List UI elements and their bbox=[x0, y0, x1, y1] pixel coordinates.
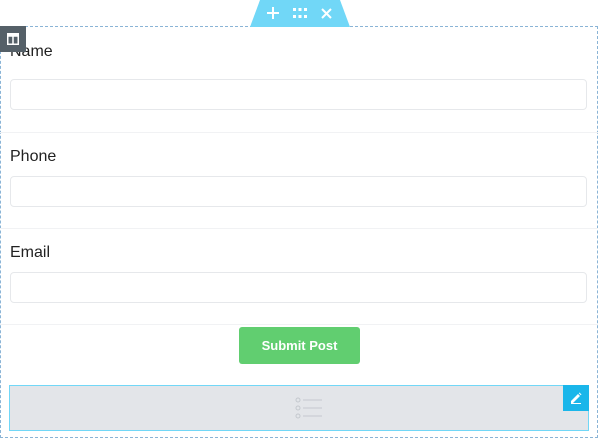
field-group-name: Name bbox=[0, 26, 598, 133]
submit-post-button[interactable]: Submit Post bbox=[239, 327, 360, 364]
column-layout-icon bbox=[7, 33, 19, 45]
delete-section-button[interactable] bbox=[316, 3, 336, 23]
list-icon bbox=[295, 397, 322, 419]
drag-section-button[interactable] bbox=[290, 3, 310, 23]
editor-canvas: Name Phone Email Submit Post bbox=[0, 0, 600, 441]
edit-widget-button[interactable] bbox=[563, 385, 589, 411]
field-group-phone: Phone bbox=[0, 132, 598, 229]
field-label: Phone bbox=[10, 148, 57, 165]
field-label: Email bbox=[10, 244, 51, 261]
field-group-email: Email bbox=[0, 228, 598, 325]
pencil-icon bbox=[571, 392, 582, 404]
phone-input[interactable] bbox=[10, 176, 587, 207]
drag-grid-icon bbox=[293, 8, 307, 18]
empty-widget-placeholder[interactable] bbox=[9, 385, 589, 431]
close-icon bbox=[320, 7, 332, 19]
add-section-button[interactable] bbox=[263, 3, 283, 23]
plus-icon bbox=[267, 7, 279, 19]
email-input[interactable] bbox=[10, 272, 587, 303]
name-input[interactable] bbox=[10, 79, 587, 110]
section-handle bbox=[250, 0, 350, 27]
edit-column-button[interactable] bbox=[0, 26, 26, 52]
